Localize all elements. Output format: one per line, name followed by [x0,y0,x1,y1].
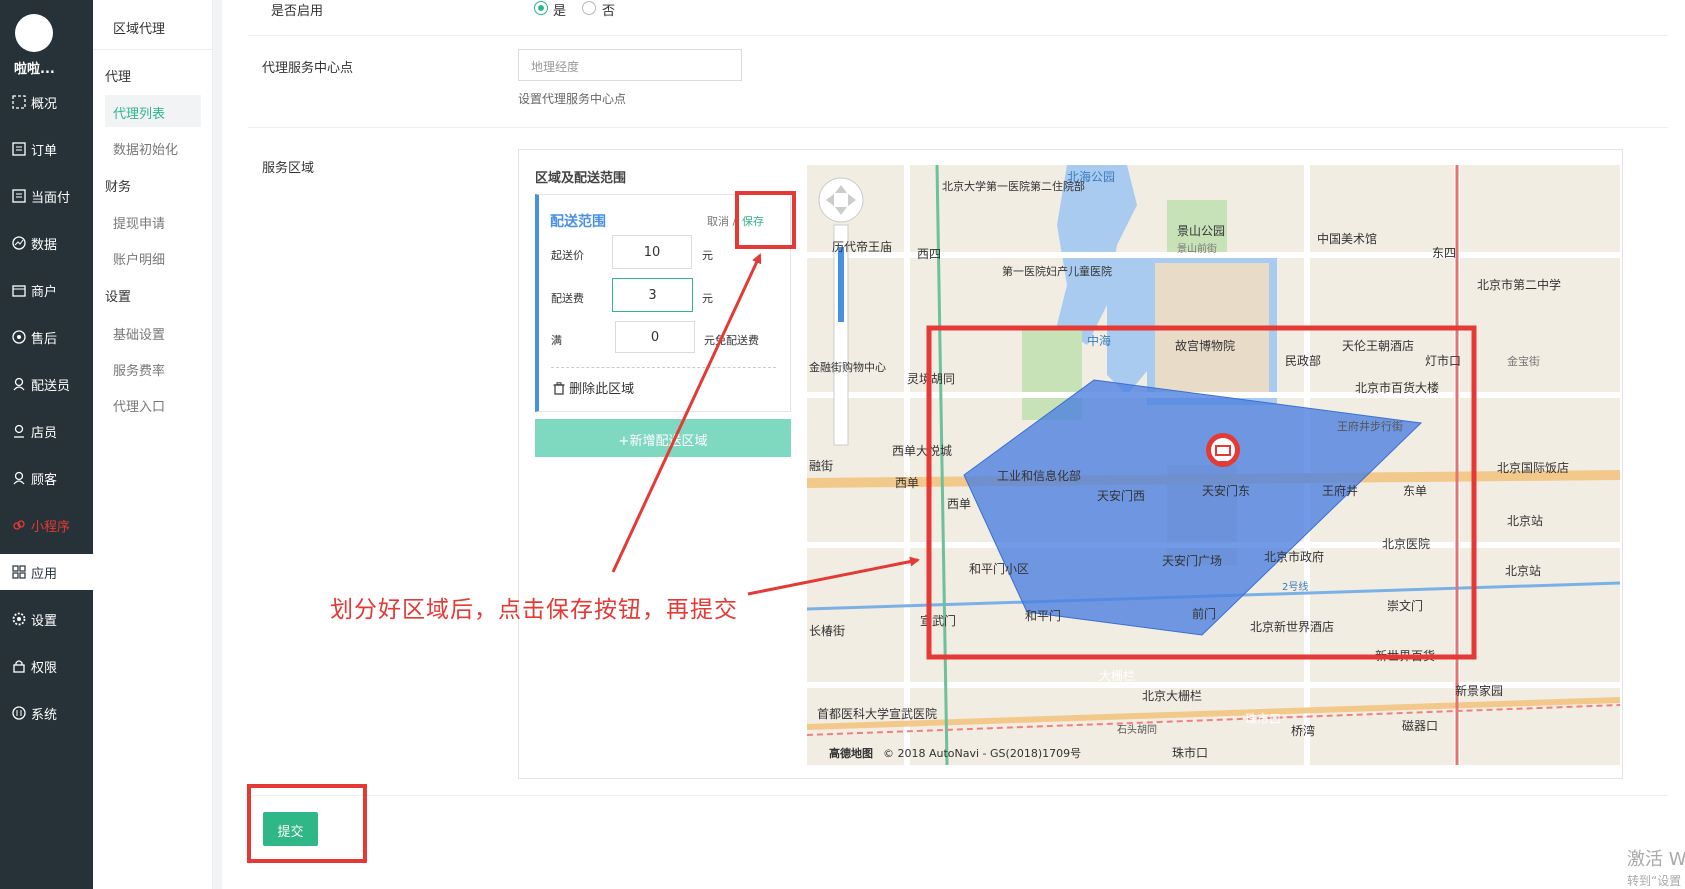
annotation-instruction: 划分好区域后，点击保存按钮，再提交 [330,597,738,623]
app-root: 啦啦... 概况 订单 当面付 数据 商户 售后 配送员 店员 顾客 小程序 应… [0,0,1685,889]
highlight-save-box [735,191,796,249]
arrow-to-save [611,253,762,573]
activation-watermark-sub: 转到“设置 [1627,874,1682,888]
arrow-to-map [747,556,920,596]
highlight-map-box [926,325,1477,660]
annotation-layer [247,191,1477,863]
activation-watermark: 激活 W [1627,849,1685,870]
highlight-submit-box [247,784,367,863]
